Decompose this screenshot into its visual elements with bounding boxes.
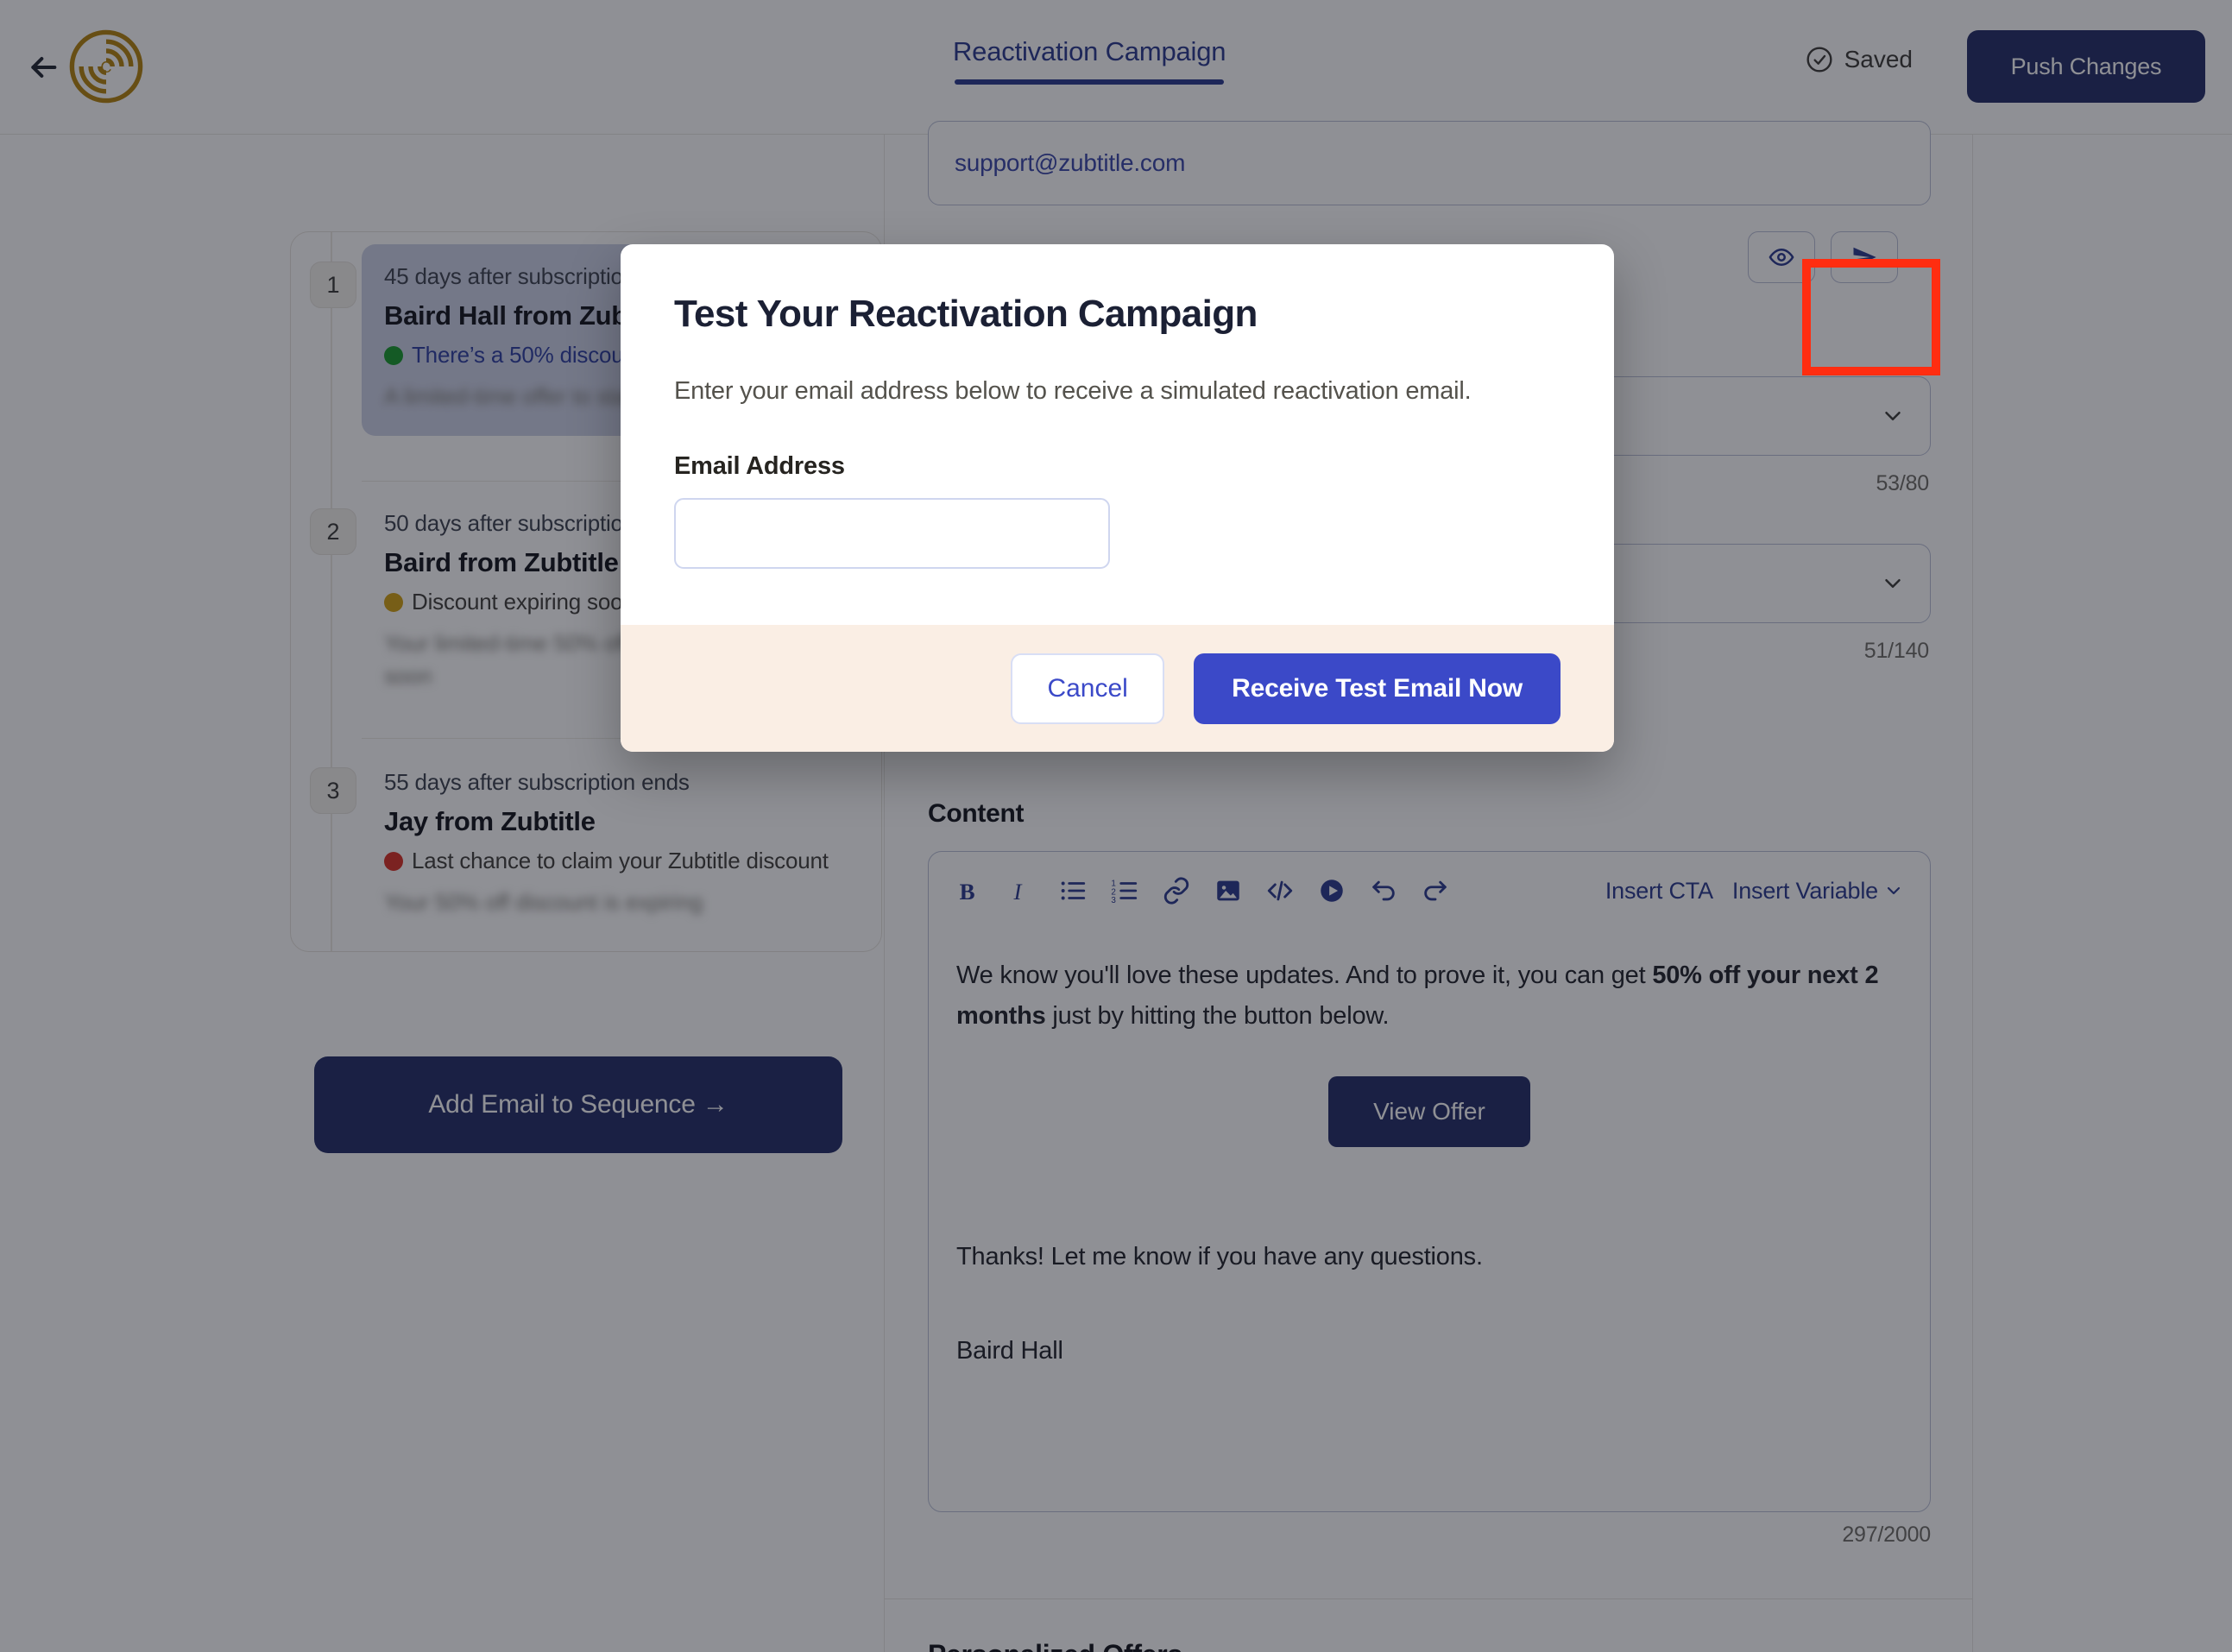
code-icon[interactable] bbox=[1265, 876, 1295, 905]
email-address-input[interactable] bbox=[674, 498, 1110, 569]
tab-reactivation-campaign[interactable]: Reactivation Campaign bbox=[953, 36, 1226, 85]
insert-cta-button[interactable]: Insert CTA bbox=[1605, 878, 1713, 905]
highlight-box-send-test-email bbox=[1802, 259, 1940, 375]
svg-text:C: C bbox=[101, 59, 112, 76]
subject-character-counter: 53/80 bbox=[1876, 471, 1929, 495]
link-icon[interactable] bbox=[1162, 876, 1191, 905]
image-icon[interactable] bbox=[1214, 876, 1243, 905]
arrow-left-icon bbox=[31, 57, 57, 78]
screen-root: C Reactivation Campaign Saved Push Chang… bbox=[0, 0, 2232, 1652]
tab-active-underline bbox=[955, 79, 1225, 85]
sequence-item-preview: Your 50% off discount is expiring bbox=[384, 889, 703, 915]
rich-text-editor: B I 1 2 3 Insert CTA Insert Variable We … bbox=[928, 851, 1931, 1512]
paragraph-suffix: just by hitting the button below. bbox=[1045, 1001, 1390, 1030]
sequence-step-number: 1 bbox=[310, 262, 356, 308]
cancel-button[interactable]: Cancel bbox=[1011, 653, 1165, 724]
sequence-item-3[interactable]: 55 days after subscription ends Jay from… bbox=[362, 750, 880, 942]
sequence-step-number: 2 bbox=[310, 508, 356, 555]
cta-button-wrap: View Offer bbox=[956, 1075, 1902, 1147]
status-dot-red bbox=[384, 851, 403, 871]
preview-character-counter: 51/140 bbox=[1863, 639, 1929, 663]
sequence-rail bbox=[331, 232, 332, 951]
saved-status: Saved bbox=[1806, 46, 1913, 73]
svg-text:B: B bbox=[960, 879, 975, 905]
modal-footer: Cancel Receive Test Email Now bbox=[621, 625, 1614, 752]
sequence-item-subject-row: Last chance to claim your Zubtitle disco… bbox=[384, 848, 857, 874]
add-email-to-sequence-button[interactable]: Add Email to Sequence → bbox=[314, 1056, 842, 1153]
eye-icon bbox=[1769, 249, 1794, 266]
svg-text:3: 3 bbox=[1111, 896, 1116, 905]
circular-maze-logo-icon: C bbox=[69, 29, 143, 104]
chevron-down-icon bbox=[1887, 886, 1901, 895]
sequence-item-delay: 55 days after subscription ends bbox=[384, 769, 690, 795]
sequence-item-subject: Last chance to claim your Zubtitle disco… bbox=[412, 848, 829, 873]
sequence-item-sender: Jay from Zubtitle bbox=[384, 806, 596, 836]
sequence-step-number: 3 bbox=[310, 767, 356, 814]
paragraph-prefix: We know you'll love these updates. And t… bbox=[956, 962, 1653, 989]
bullet-list-icon[interactable] bbox=[1058, 876, 1088, 905]
rich-text-toolbar: B I 1 2 3 Insert CTA Insert Variable bbox=[929, 852, 1930, 930]
status-dot-green bbox=[384, 345, 403, 365]
chevron-down-icon bbox=[1885, 579, 1901, 588]
svg-text:I: I bbox=[1013, 879, 1024, 905]
push-changes-button[interactable]: Push Changes bbox=[1967, 30, 2205, 103]
video-play-icon[interactable] bbox=[1317, 876, 1346, 905]
italic-icon[interactable]: I bbox=[1006, 876, 1036, 905]
tab-label: Reactivation Campaign bbox=[953, 36, 1226, 66]
modal-description: Enter your email address below to receiv… bbox=[674, 377, 1472, 405]
content-section-label: Content bbox=[928, 799, 1025, 828]
app-logo[interactable]: C bbox=[67, 28, 145, 105]
offers-title: Personalized Offers bbox=[928, 1639, 1929, 1652]
numbered-list-icon[interactable]: 1 2 3 bbox=[1110, 876, 1139, 905]
from-email-field[interactable]: support@zubtitle.com bbox=[928, 121, 1931, 205]
saved-label: Saved bbox=[1844, 46, 1913, 73]
rich-text-content[interactable]: We know you'll love these updates. And t… bbox=[929, 933, 1930, 1511]
view-offer-cta-button[interactable]: View Offer bbox=[1328, 1075, 1530, 1147]
insert-variable-label: Insert Variable bbox=[1731, 877, 1878, 904]
personalized-offers-section: Personalized Offers Reduce cancellation … bbox=[885, 1598, 1972, 1652]
insert-variable-button[interactable]: Insert Variable bbox=[1732, 878, 1904, 905]
undo-icon[interactable] bbox=[1369, 876, 1398, 905]
top-bar: C Reactivation Campaign Saved Push Chang… bbox=[0, 0, 2232, 135]
rich-text-actions: Insert CTA Insert Variable bbox=[1605, 878, 1904, 905]
check-circle-icon bbox=[1806, 47, 1832, 73]
modal-title: Test Your Reactivation Campaign bbox=[674, 293, 1258, 335]
chevron-down-icon bbox=[1885, 412, 1901, 420]
receive-test-email-button[interactable]: Receive Test Email Now bbox=[1194, 653, 1561, 724]
back-button[interactable] bbox=[24, 50, 62, 85]
email-field-label: Email Address bbox=[674, 452, 845, 480]
status-dot-yellow bbox=[384, 592, 403, 612]
redo-icon[interactable] bbox=[1421, 876, 1450, 905]
content-paragraph: We know you'll love these updates. And t… bbox=[956, 955, 1902, 1037]
content-thanks-line: Thanks! Let me know if you have any ques… bbox=[956, 1242, 1483, 1271]
test-campaign-modal: Test Your Reactivation Campaign Enter yo… bbox=[621, 244, 1614, 752]
content-signature: Baird Hall bbox=[956, 1336, 1063, 1365]
bold-icon[interactable]: B bbox=[955, 876, 984, 905]
modal-body: Test Your Reactivation Campaign Enter yo… bbox=[621, 244, 1614, 625]
content-character-counter: 297/2000 bbox=[1842, 1523, 1931, 1547]
